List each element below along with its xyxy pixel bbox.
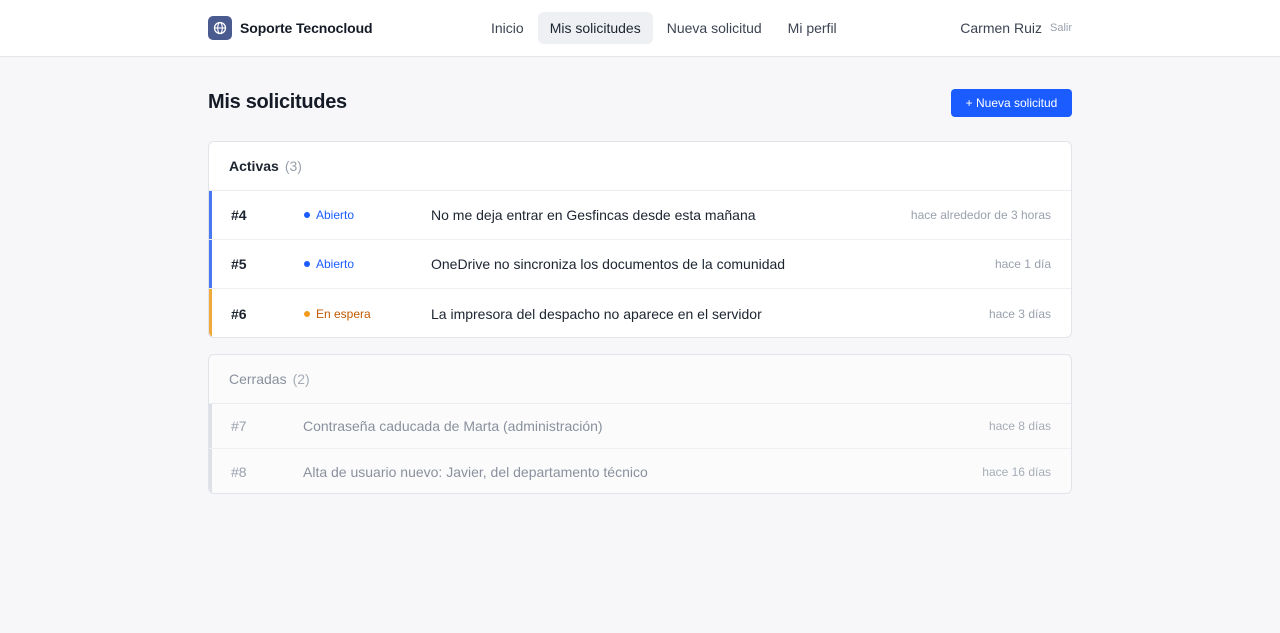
nav-item-nueva-solicitud[interactable]: Nueva solicitud bbox=[655, 12, 774, 44]
ticket-time: hace 3 días bbox=[988, 306, 1051, 321]
status-bar bbox=[209, 289, 212, 337]
nav-item-mi-perfil[interactable]: Mi perfil bbox=[776, 12, 849, 44]
status-badge: En espera bbox=[304, 307, 371, 321]
ticket-time: hace 8 días bbox=[988, 419, 1051, 433]
ticket-id: #8 bbox=[231, 463, 247, 480]
status-badge: Abierto bbox=[304, 257, 354, 271]
new-request-button[interactable]: + Nueva solicitud bbox=[951, 89, 1072, 117]
ticket-id: #6 bbox=[231, 305, 247, 322]
top-navigation-bar: Soporte Tecnocloud Inicio Mis solicitude… bbox=[0, 0, 1280, 57]
status-dot-icon bbox=[304, 310, 310, 317]
closed-tickets-panel: Cerradas (2) #7 Contraseña caducada de Ma… bbox=[208, 354, 1072, 494]
ticket-row[interactable]: #7 Contraseña caducada de Marta (administ… bbox=[209, 404, 1071, 449]
section-count: (3) bbox=[284, 158, 302, 174]
active-tickets-header: Activas (3) bbox=[209, 142, 1071, 191]
page-title: Mis solicitudes bbox=[208, 91, 347, 113]
user-menu: Carmen Ruiz Salir bbox=[960, 16, 1072, 40]
ticket-id: #4 bbox=[231, 207, 247, 223]
ticket-id: #5 bbox=[231, 256, 247, 272]
ticket-subject: No me deja entrar en Gesfincas desde est… bbox=[431, 207, 756, 223]
ticket-row[interactable]: #8 Alta de usuario nuevo: Javier, del dep… bbox=[209, 449, 1071, 493]
section-title: Cerradas bbox=[229, 371, 287, 387]
ticket-id: #7 bbox=[231, 418, 247, 434]
logout-link[interactable]: Salir bbox=[1050, 22, 1072, 34]
status-dot-icon bbox=[304, 261, 310, 267]
status-bar bbox=[209, 191, 212, 239]
ticket-subject: Alta de usuario nuevo: Javier, del depar… bbox=[303, 463, 648, 480]
main-nav: Inicio Mis solicitudes Nueva solicitud M… bbox=[479, 12, 851, 44]
nav-item-mis-solicitudes[interactable]: Mis solicitudes bbox=[537, 12, 653, 44]
ticket-row[interactable]: #6 En espera La impresora del despacho no … bbox=[209, 289, 1071, 337]
status-label: Abierto bbox=[316, 208, 355, 222]
closed-tickets-header: Cerradas (2) bbox=[209, 355, 1071, 404]
section-title: Activas bbox=[229, 158, 279, 174]
status-bar bbox=[209, 449, 212, 493]
brand-name: Soporte Tecnocloud bbox=[240, 20, 373, 36]
ticket-time: hace 1 día bbox=[994, 257, 1051, 271]
closed-ticket-list: #7 Contraseña caducada de Marta (administ… bbox=[209, 404, 1071, 493]
ticket-subject: La impresora del despacho no aparece en … bbox=[431, 305, 762, 322]
ticket-time: hace 16 días bbox=[982, 464, 1051, 479]
active-ticket-list: #4 Abierto No me deja entrar en Gesfincas … bbox=[209, 191, 1071, 337]
ticket-row[interactable]: #4 Abierto No me deja entrar en Gesfincas … bbox=[209, 191, 1071, 240]
ticket-subject: Contraseña caducada de Marta (administra… bbox=[303, 418, 603, 434]
globe-icon bbox=[208, 16, 232, 40]
brand[interactable]: Soporte Tecnocloud bbox=[208, 16, 373, 40]
status-badge: Abierto bbox=[304, 208, 354, 222]
status-label: Abierto bbox=[316, 257, 355, 271]
nav-item-inicio[interactable]: Inicio bbox=[479, 12, 536, 44]
ticket-row[interactable]: #5 Abierto OneDrive no sincroniza los docu… bbox=[209, 240, 1071, 289]
active-tickets-panel: Activas (3) #4 Abierto No me deja entrar e… bbox=[208, 141, 1072, 338]
status-bar bbox=[209, 240, 212, 288]
section-count: (2) bbox=[292, 371, 310, 387]
user-name: Carmen Ruiz bbox=[960, 20, 1042, 36]
ticket-time: hace alrededor de 3 horas bbox=[910, 208, 1051, 222]
status-label: En espera bbox=[316, 306, 371, 321]
status-dot-icon bbox=[304, 212, 310, 218]
status-bar bbox=[209, 404, 212, 448]
ticket-subject: OneDrive no sincroniza los documentos de… bbox=[431, 256, 786, 272]
